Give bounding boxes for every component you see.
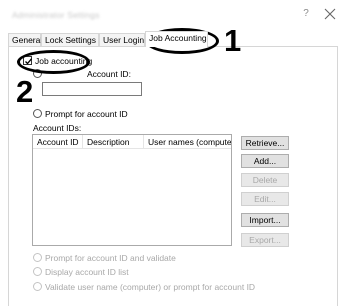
close-icon[interactable] (322, 6, 338, 22)
column-account-id[interactable]: Account ID (33, 135, 83, 149)
display-account-list-radio[interactable] (33, 267, 42, 276)
account-id-label: Account ID: (87, 69, 131, 79)
validate-account-id-radio[interactable] (33, 253, 42, 262)
tab-user-login[interactable]: User Login (99, 33, 145, 47)
add-button[interactable]: Add... (241, 154, 289, 168)
list-header: Account ID Description User names (compu… (33, 135, 231, 149)
prompt-account-id-label: Prompt for account ID (45, 109, 128, 119)
column-description[interactable]: Description (83, 135, 144, 149)
retrieve-button[interactable]: Retrieve... (241, 136, 289, 150)
help-button[interactable]: ? (300, 8, 312, 22)
edit-button[interactable]: Edit... (241, 192, 289, 206)
display-account-list-label: Display account ID list (45, 267, 129, 277)
window-title: Administrator Settings (12, 10, 100, 20)
delete-button[interactable]: Delete (241, 173, 289, 187)
account-ids-label: Account IDs: (33, 123, 82, 133)
import-button[interactable]: Import... (241, 213, 289, 227)
account-id-field[interactable] (42, 82, 142, 96)
validate-user-name-label: Validate user name (computer) or prompt … (45, 282, 256, 292)
export-button[interactable]: Export... (241, 233, 289, 247)
tab-lock-settings[interactable]: Lock Settings (41, 33, 99, 47)
account-ids-list[interactable]: Account ID Description User names (compu… (32, 134, 232, 246)
tab-job-accounting[interactable]: Job Accounting (145, 31, 208, 47)
callout-number-1: 1 (224, 23, 242, 58)
tab-general[interactable]: General (8, 33, 42, 47)
prompt-account-id-radio[interactable] (33, 109, 42, 118)
column-user-names[interactable]: User names (computer) (144, 135, 231, 149)
validate-user-name-radio[interactable] (33, 282, 42, 291)
title-bar: Administrator Settings ? (0, 0, 345, 30)
callout-oval-2 (17, 50, 90, 74)
callout-number-2: 2 (16, 74, 34, 109)
validate-account-id-label: Prompt for account ID and validate (45, 253, 176, 263)
